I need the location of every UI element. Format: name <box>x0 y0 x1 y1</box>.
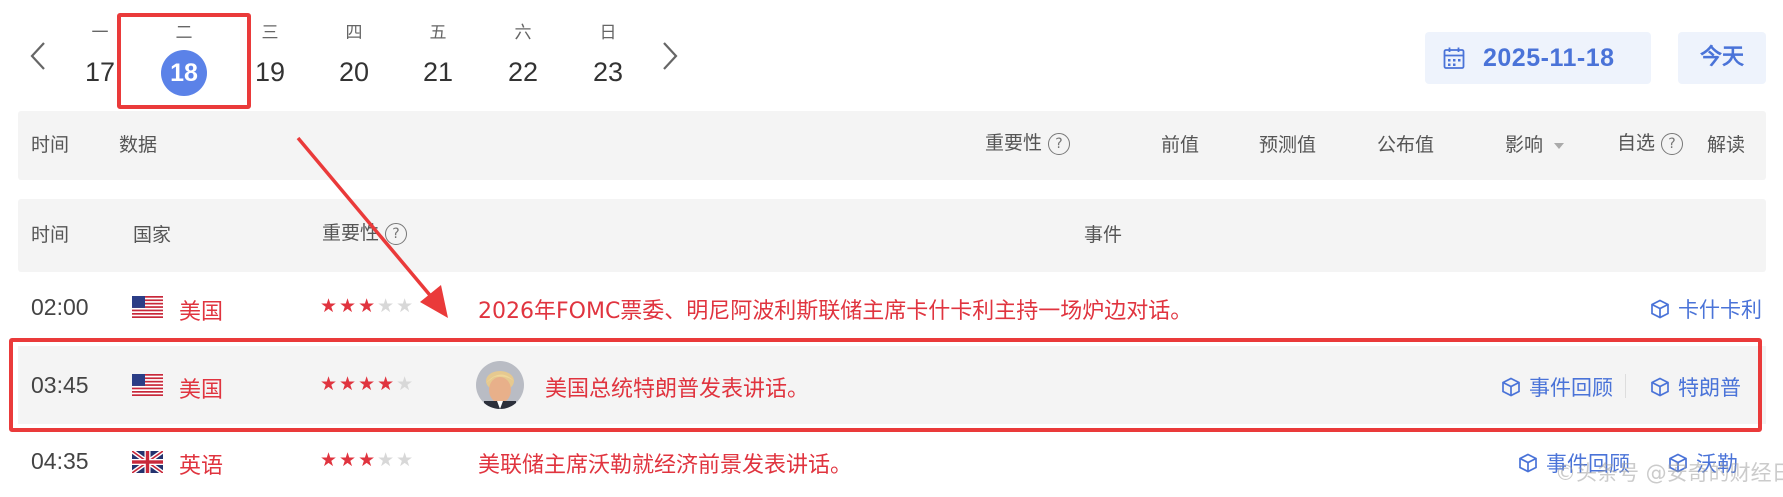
event-time: 02:00 <box>31 294 89 320</box>
event-title[interactable]: 美联储主席沃勒就经济前景发表讲话。 <box>478 447 852 479</box>
event-country: 美国 <box>179 300 224 325</box>
header-data: 数据 <box>119 134 158 156</box>
help-icon[interactable]: ? <box>1661 132 1684 155</box>
help-icon[interactable]: ? <box>1048 132 1071 155</box>
weekday-label: 日 <box>599 23 617 43</box>
weekday-label: 五 <box>429 23 447 43</box>
data-table-header: 时间 数据 重要性? 前值 预测值 公布值 影响 自选? 解读 <box>18 111 1766 180</box>
event-country: 英语 <box>179 454 224 479</box>
selected-date-text: 2025-11-18 <box>1483 43 1615 72</box>
help-icon[interactable]: ? <box>385 222 408 245</box>
importance-stars: ★★★★★ <box>320 295 416 317</box>
header-event-importance-label: 重要性 <box>322 222 380 244</box>
today-button[interactable]: 今天 <box>1678 32 1766 84</box>
header-country: 国家 <box>133 224 172 246</box>
watermark-text: ©头条号 @安奇的财经日记 <box>1555 461 1783 485</box>
cube-icon <box>1651 299 1669 319</box>
caret-down-icon <box>1554 142 1565 149</box>
header-time: 时间 <box>31 134 70 156</box>
day-23[interactable]: 日 23 <box>573 22 643 92</box>
date-picker-button[interactable]: 2025-11-18 <box>1425 32 1651 84</box>
header-previous: 前值 <box>1161 134 1200 156</box>
header-importance: 重要性? <box>985 131 1071 155</box>
header-watchlist-label: 自选 <box>1617 132 1656 154</box>
header-event: 事件 <box>1084 224 1123 246</box>
calendar-icon <box>1443 47 1465 69</box>
cube-icon <box>1519 453 1537 473</box>
header-event-time: 时间 <box>31 224 70 246</box>
event-title[interactable]: 2026年FOMC票委、明尼阿波利斯联储主席卡什卡利主持一场炉边对话。 <box>478 293 1192 325</box>
next-week-arrow[interactable] <box>660 40 680 70</box>
day-number: 22 <box>507 57 539 87</box>
importance-stars: ★★★★★ <box>320 449 416 471</box>
day-21[interactable]: 五 21 <box>403 22 473 92</box>
header-impact-label: 影响 <box>1505 134 1544 156</box>
selected-day-highlight-box <box>117 13 251 109</box>
selected-row-highlight-box <box>9 338 1762 432</box>
event-row[interactable]: 04:35 英语 ★★★★★ 美联储主席沃勒就经济前景发表讲话。 事件回顾 沃勒 <box>18 432 1766 497</box>
header-interpretation: 解读 <box>1707 134 1746 156</box>
link-label: 卡什卡利 <box>1678 298 1762 322</box>
header-actual: 公布值 <box>1377 134 1435 156</box>
day-number: 20 <box>338 57 370 87</box>
weekday-label: 四 <box>345 23 363 43</box>
header-forecast: 预测值 <box>1259 134 1317 156</box>
weekday-label: 六 <box>514 23 532 43</box>
event-table-header: 时间 国家 重要性? 事件 <box>18 199 1766 272</box>
day-22[interactable]: 六 22 <box>488 22 558 92</box>
prev-week-arrow[interactable] <box>28 40 48 70</box>
header-watchlist: 自选? <box>1617 131 1684 155</box>
day-number: 21 <box>422 57 454 87</box>
header-event-importance: 重要性? <box>322 221 408 245</box>
header-importance-label: 重要性 <box>985 132 1043 154</box>
day-number: 23 <box>592 57 624 87</box>
event-time: 04:35 <box>31 448 89 474</box>
day-20[interactable]: 四 20 <box>319 22 389 92</box>
header-impact[interactable]: 影响 <box>1505 133 1565 157</box>
related-person-link[interactable]: 卡什卡利 <box>1650 294 1762 324</box>
us-flag-icon <box>132 296 163 318</box>
event-row[interactable]: 02:00 美国 ★★★★★ 2026年FOMC票委、明尼阿波利斯联储主席卡什卡… <box>18 269 1766 345</box>
uk-flag-icon <box>132 451 163 473</box>
